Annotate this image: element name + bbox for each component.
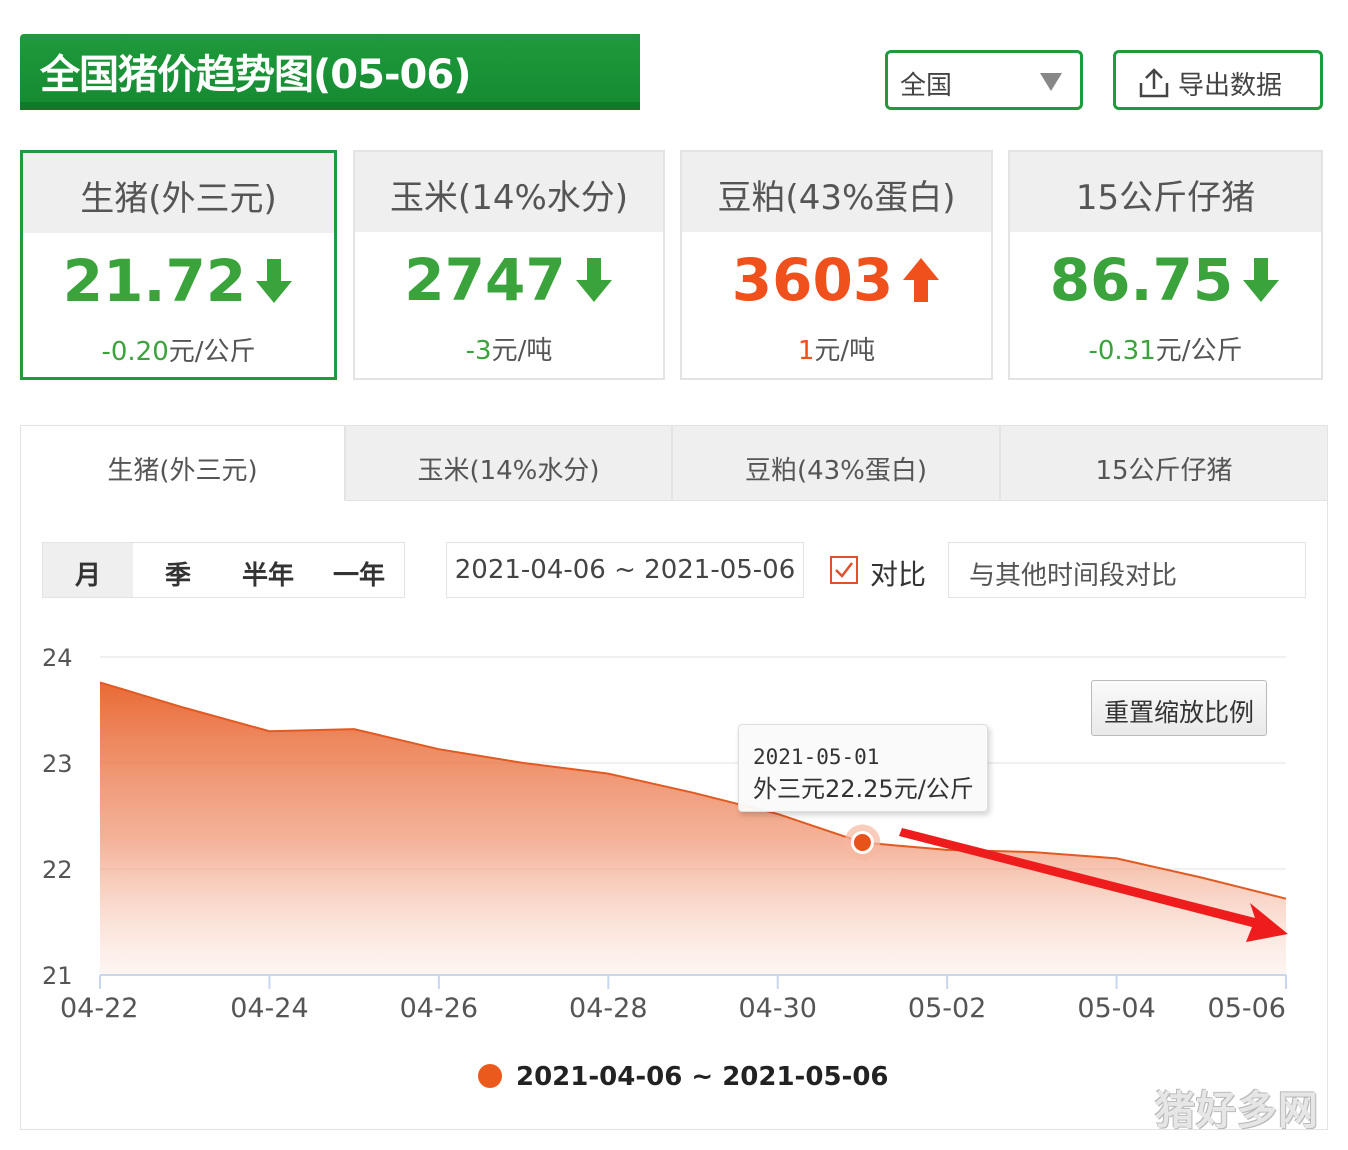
x-tick-label: 04-26 <box>400 993 478 1024</box>
tooltip-value: 外三元22.25元/公斤 <box>753 775 974 803</box>
x-tick-label: 04-22 <box>60 993 138 1024</box>
x-tick-label: 05-04 <box>1077 993 1155 1024</box>
chart-tooltip: 2021-05-01 外三元22.25元/公斤 <box>738 724 988 812</box>
reset-zoom-button[interactable]: 重置缩放比例 <box>1091 680 1267 736</box>
chart-legend[interactable]: 2021-04-06 ~ 2021-05-06 <box>478 1062 889 1092</box>
y-tick-label: 21 <box>42 962 73 990</box>
tooltip-date: 2021-05-01 <box>753 745 880 769</box>
watermark: 猪好多网 <box>1155 1088 1319 1134</box>
price-trend-chart: 21 22 23 24 04-22 04-24 04-26 04-28 04-30 05-02 05… <box>42 644 1288 1024</box>
x-tick-label: 05-06 <box>1208 993 1286 1024</box>
x-tick-label: 04-28 <box>569 993 647 1024</box>
legend-marker <box>478 1064 502 1088</box>
y-tick-label: 22 <box>42 856 73 884</box>
y-tick-label: 24 <box>42 644 73 672</box>
legend-label: 2021-04-06 ~ 2021-05-06 <box>516 1062 889 1092</box>
highlight-point <box>850 831 874 854</box>
x-tick-label: 05-02 <box>908 993 986 1024</box>
x-tick-label: 04-24 <box>230 993 308 1024</box>
y-tick-label: 23 <box>42 750 73 778</box>
x-tick-label: 04-30 <box>738 993 816 1024</box>
